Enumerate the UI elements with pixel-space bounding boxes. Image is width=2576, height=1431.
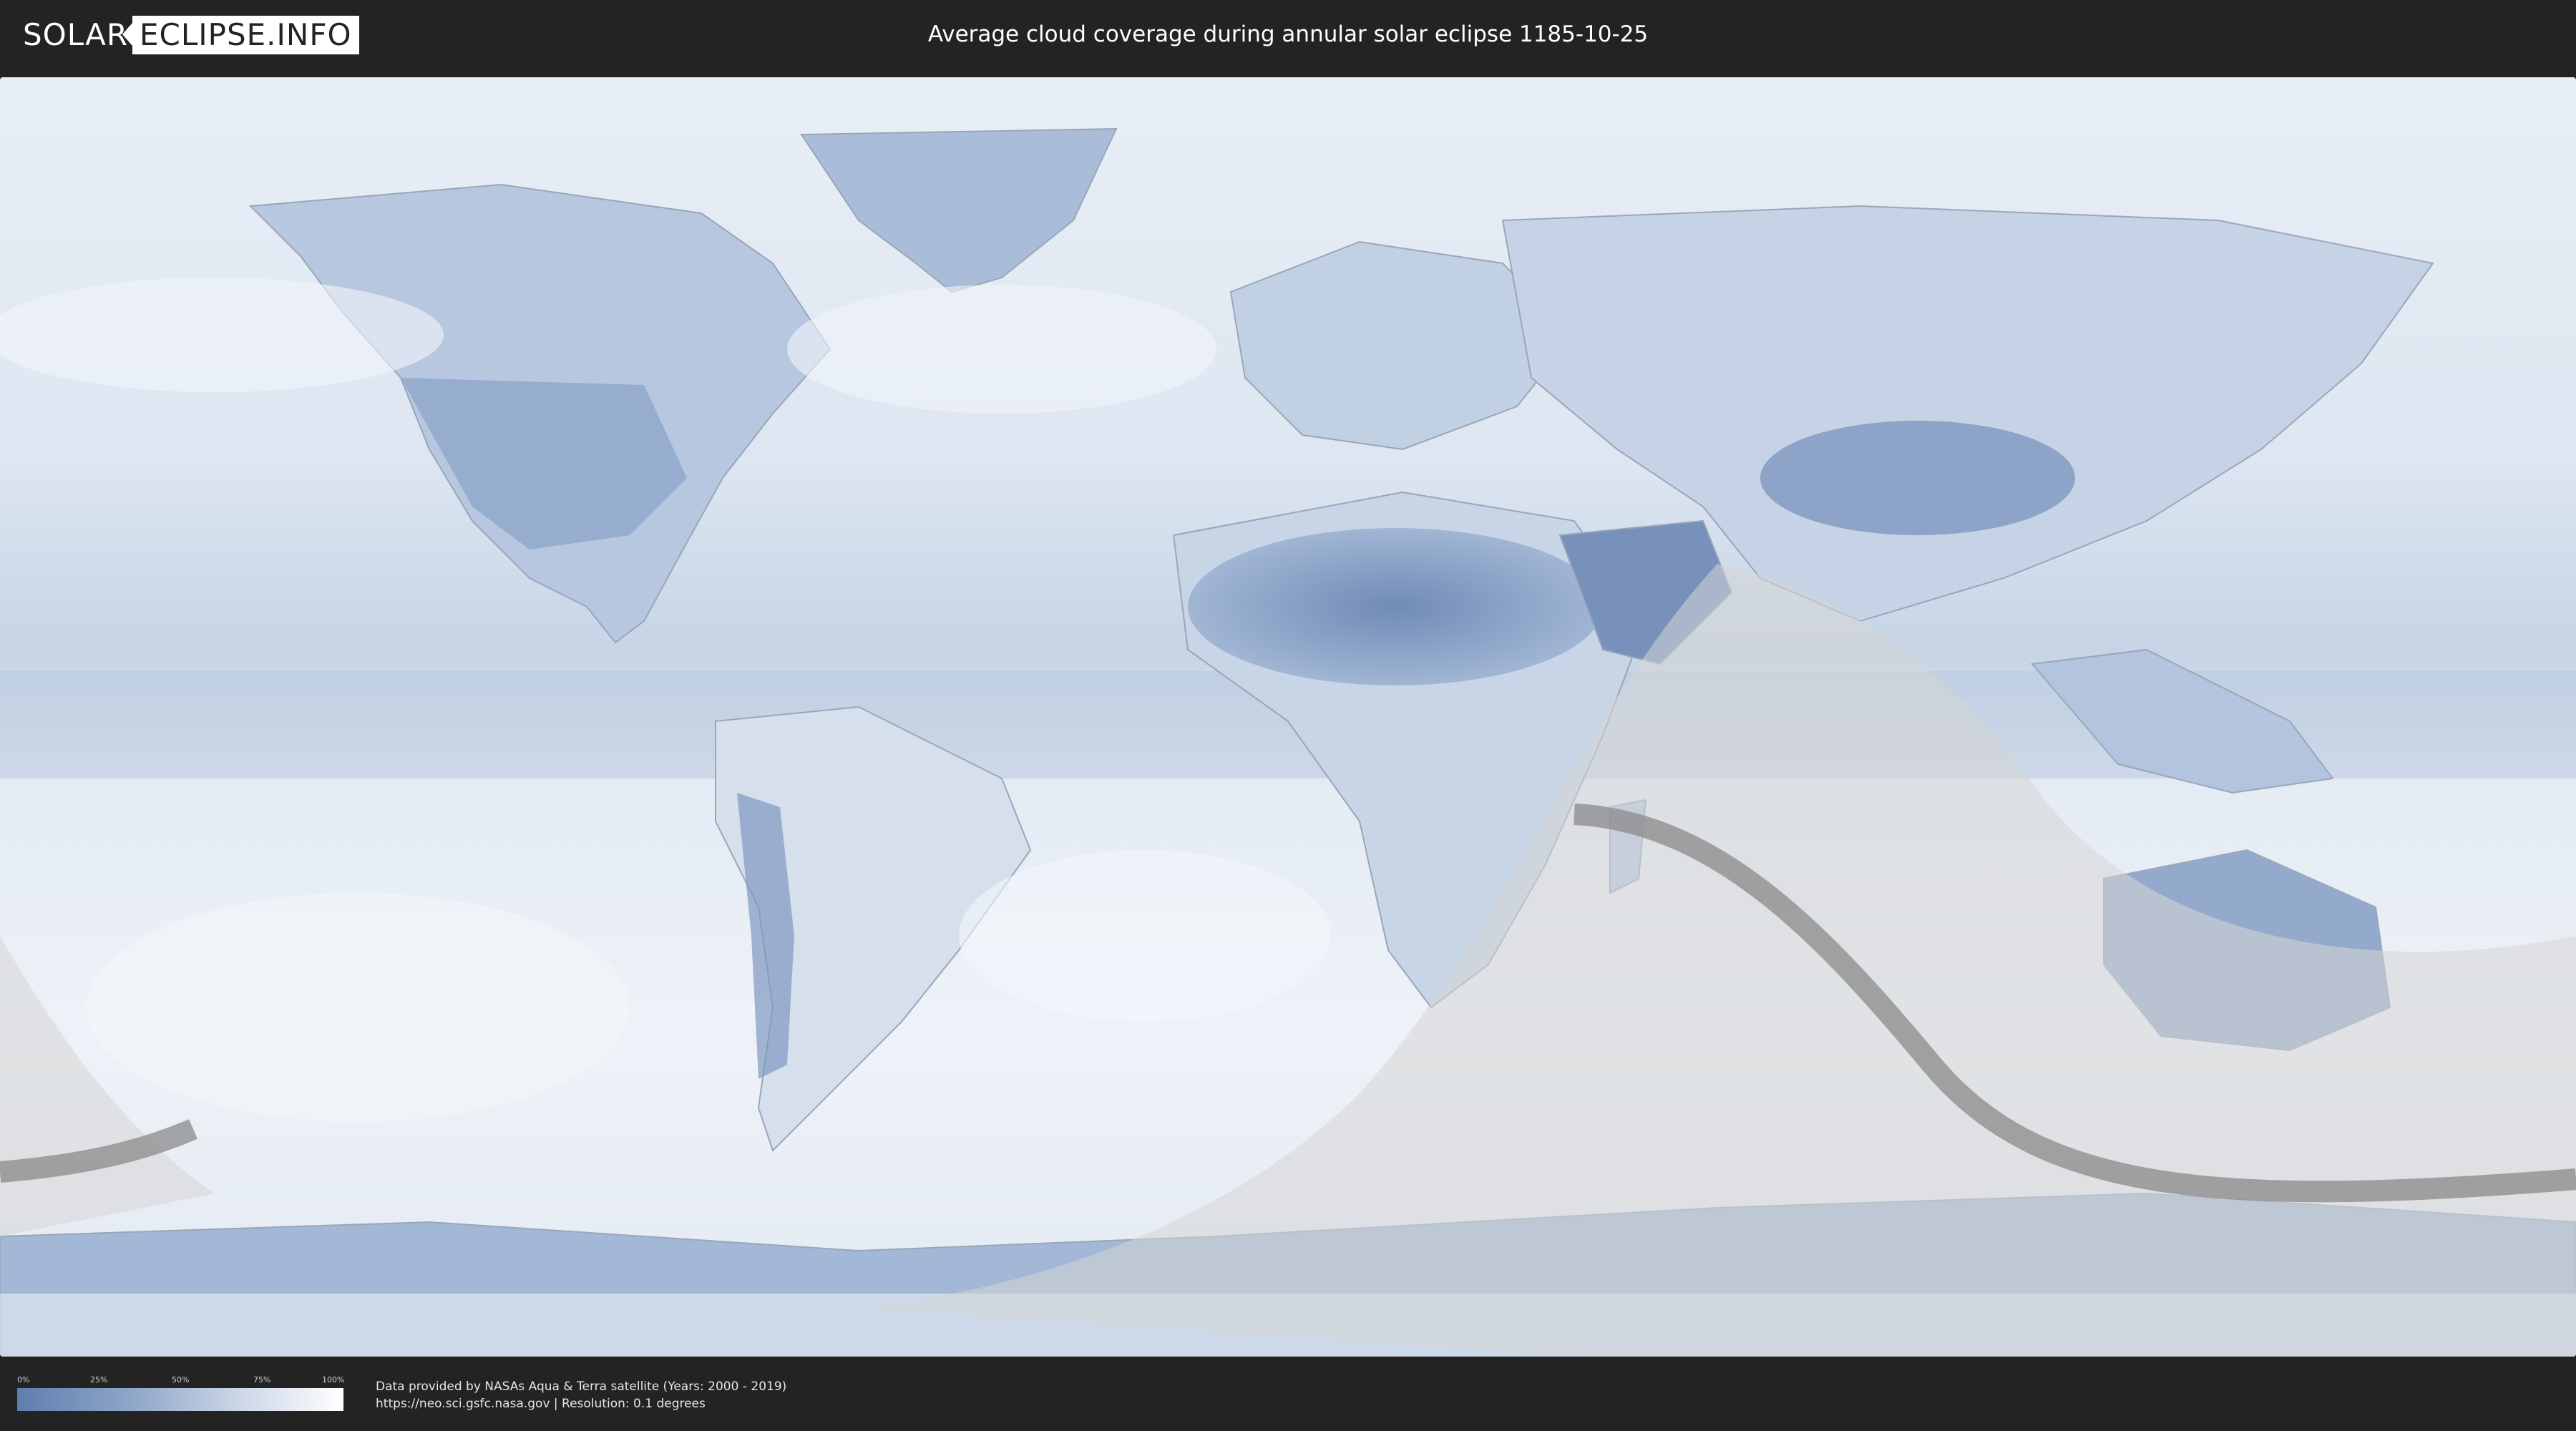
cloud-coverage-map[interactable] (0, 77, 2576, 1357)
cloud-band-north-atlantic (787, 285, 1216, 414)
cloud-coverage-legend: 0% 25% 50% 75% 100% (17, 1375, 345, 1412)
region-tibet (1760, 421, 2075, 535)
legend-tick-75: 75% (253, 1375, 271, 1384)
legend-tick-100: 100% (322, 1375, 345, 1384)
legend-gradient-bar (17, 1388, 343, 1411)
page-title: Average cloud coverage during annular so… (927, 21, 1649, 47)
cloud-band-north-pacific (0, 278, 444, 392)
legend-tick-50: 50% (172, 1375, 190, 1384)
header-bar: SOLAR ECLIPSE.INFO Average cloud coverag… (0, 0, 2576, 72)
legend-tick-0: 0% (17, 1375, 30, 1384)
cloud-band-south-pacific (86, 893, 630, 1122)
credit-line-source: Data provided by NASAs Aqua & Terra sate… (376, 1379, 787, 1394)
cloud-band-south-atlantic (959, 850, 1331, 1022)
region-sahara (1188, 528, 1603, 685)
map-canvas (0, 77, 2576, 1357)
page: SOLAR ECLIPSE.INFO Average cloud coverag… (0, 0, 2576, 1431)
footer-bar: 0% 25% 50% 75% 100% Data provided by NAS… (0, 1358, 2576, 1431)
credit-line-url[interactable]: https://neo.sci.gsfc.nasa.gov | Resoluti… (376, 1395, 786, 1412)
data-credit: Data provided by NASAs Aqua & Terra sate… (376, 1378, 786, 1412)
legend-tick-25: 25% (90, 1375, 108, 1384)
